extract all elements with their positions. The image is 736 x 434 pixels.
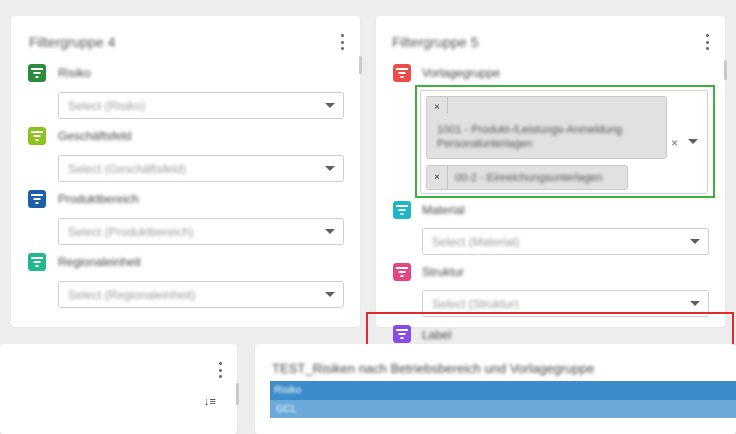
filter-label-vorlagegruppe: Vorlagegruppe [422,66,501,80]
filter-label-struktur: Struktur [422,265,465,279]
risiko-select[interactable]: Select (Risiko) [58,92,344,119]
select-placeholder: Select (Regionaleinheit) [68,288,196,302]
material-select[interactable]: Select (Material) [422,228,709,255]
table-header: Risiko [270,381,736,400]
panel-title: Filtergruppe 4 [29,34,116,50]
scrollbar[interactable] [724,60,727,80]
scrollbar[interactable] [359,56,362,74]
filter-label-produktbereich: Produktbereich [58,192,139,206]
select-placeholder: Select (Struktur) [432,297,519,311]
scrollbar[interactable] [236,383,239,405]
chevron-down-icon [690,301,700,306]
filter-label-material: Material [422,203,465,217]
chart-title: TEST_Risiken nach Betriebsbereich und Vo… [272,361,595,376]
bottom-left-panel [0,344,237,434]
produktbereich-select[interactable]: Select (Produktbereich) [58,218,344,245]
select-placeholder: Select (Risiko) [68,99,146,113]
filter-icon [28,64,46,82]
filter-icon [393,64,411,82]
table-header-cell: Risiko [274,385,302,396]
chevron-down-icon [325,166,335,171]
panel-title: Filtergruppe 5 [392,34,479,50]
filter-icon [28,253,46,271]
selection-highlight-box [415,85,715,198]
select-placeholder: Select (Produktbereich) [68,225,194,239]
filter-label-geschaeftsfeld: Geschäftsfeld [58,129,132,143]
filter-icon [393,201,411,219]
chevron-down-icon [325,292,335,297]
filter-icon [393,263,411,281]
filter-label-regionaleinheit: Regionaleinheit [58,255,141,269]
chevron-down-icon [690,239,700,244]
more-options-icon[interactable] [217,362,223,378]
filter-panel-1: Filtergruppe 4 Risiko Select (Risiko) Ge… [11,16,362,327]
select-placeholder: Select (Geschäftsfeld) [68,162,187,176]
filter-icon [28,190,46,208]
filter-label-risiko: Risiko [58,66,91,80]
more-options-icon[interactable] [339,34,345,50]
table-cell: GCL [276,404,297,415]
filter-icon [28,127,46,145]
geschaeftsfeld-select[interactable]: Select (Geschäftsfeld) [58,155,344,182]
more-options-icon[interactable] [704,34,710,50]
table-row[interactable]: GCL [270,400,736,418]
select-placeholder: Select (Material) [432,235,520,249]
chevron-down-icon [325,229,335,234]
regionaleinheit-select[interactable]: Select (Regionaleinheit) [58,281,344,308]
sort-icon[interactable]: ↓≡ [204,396,216,408]
chevron-down-icon [325,103,335,108]
